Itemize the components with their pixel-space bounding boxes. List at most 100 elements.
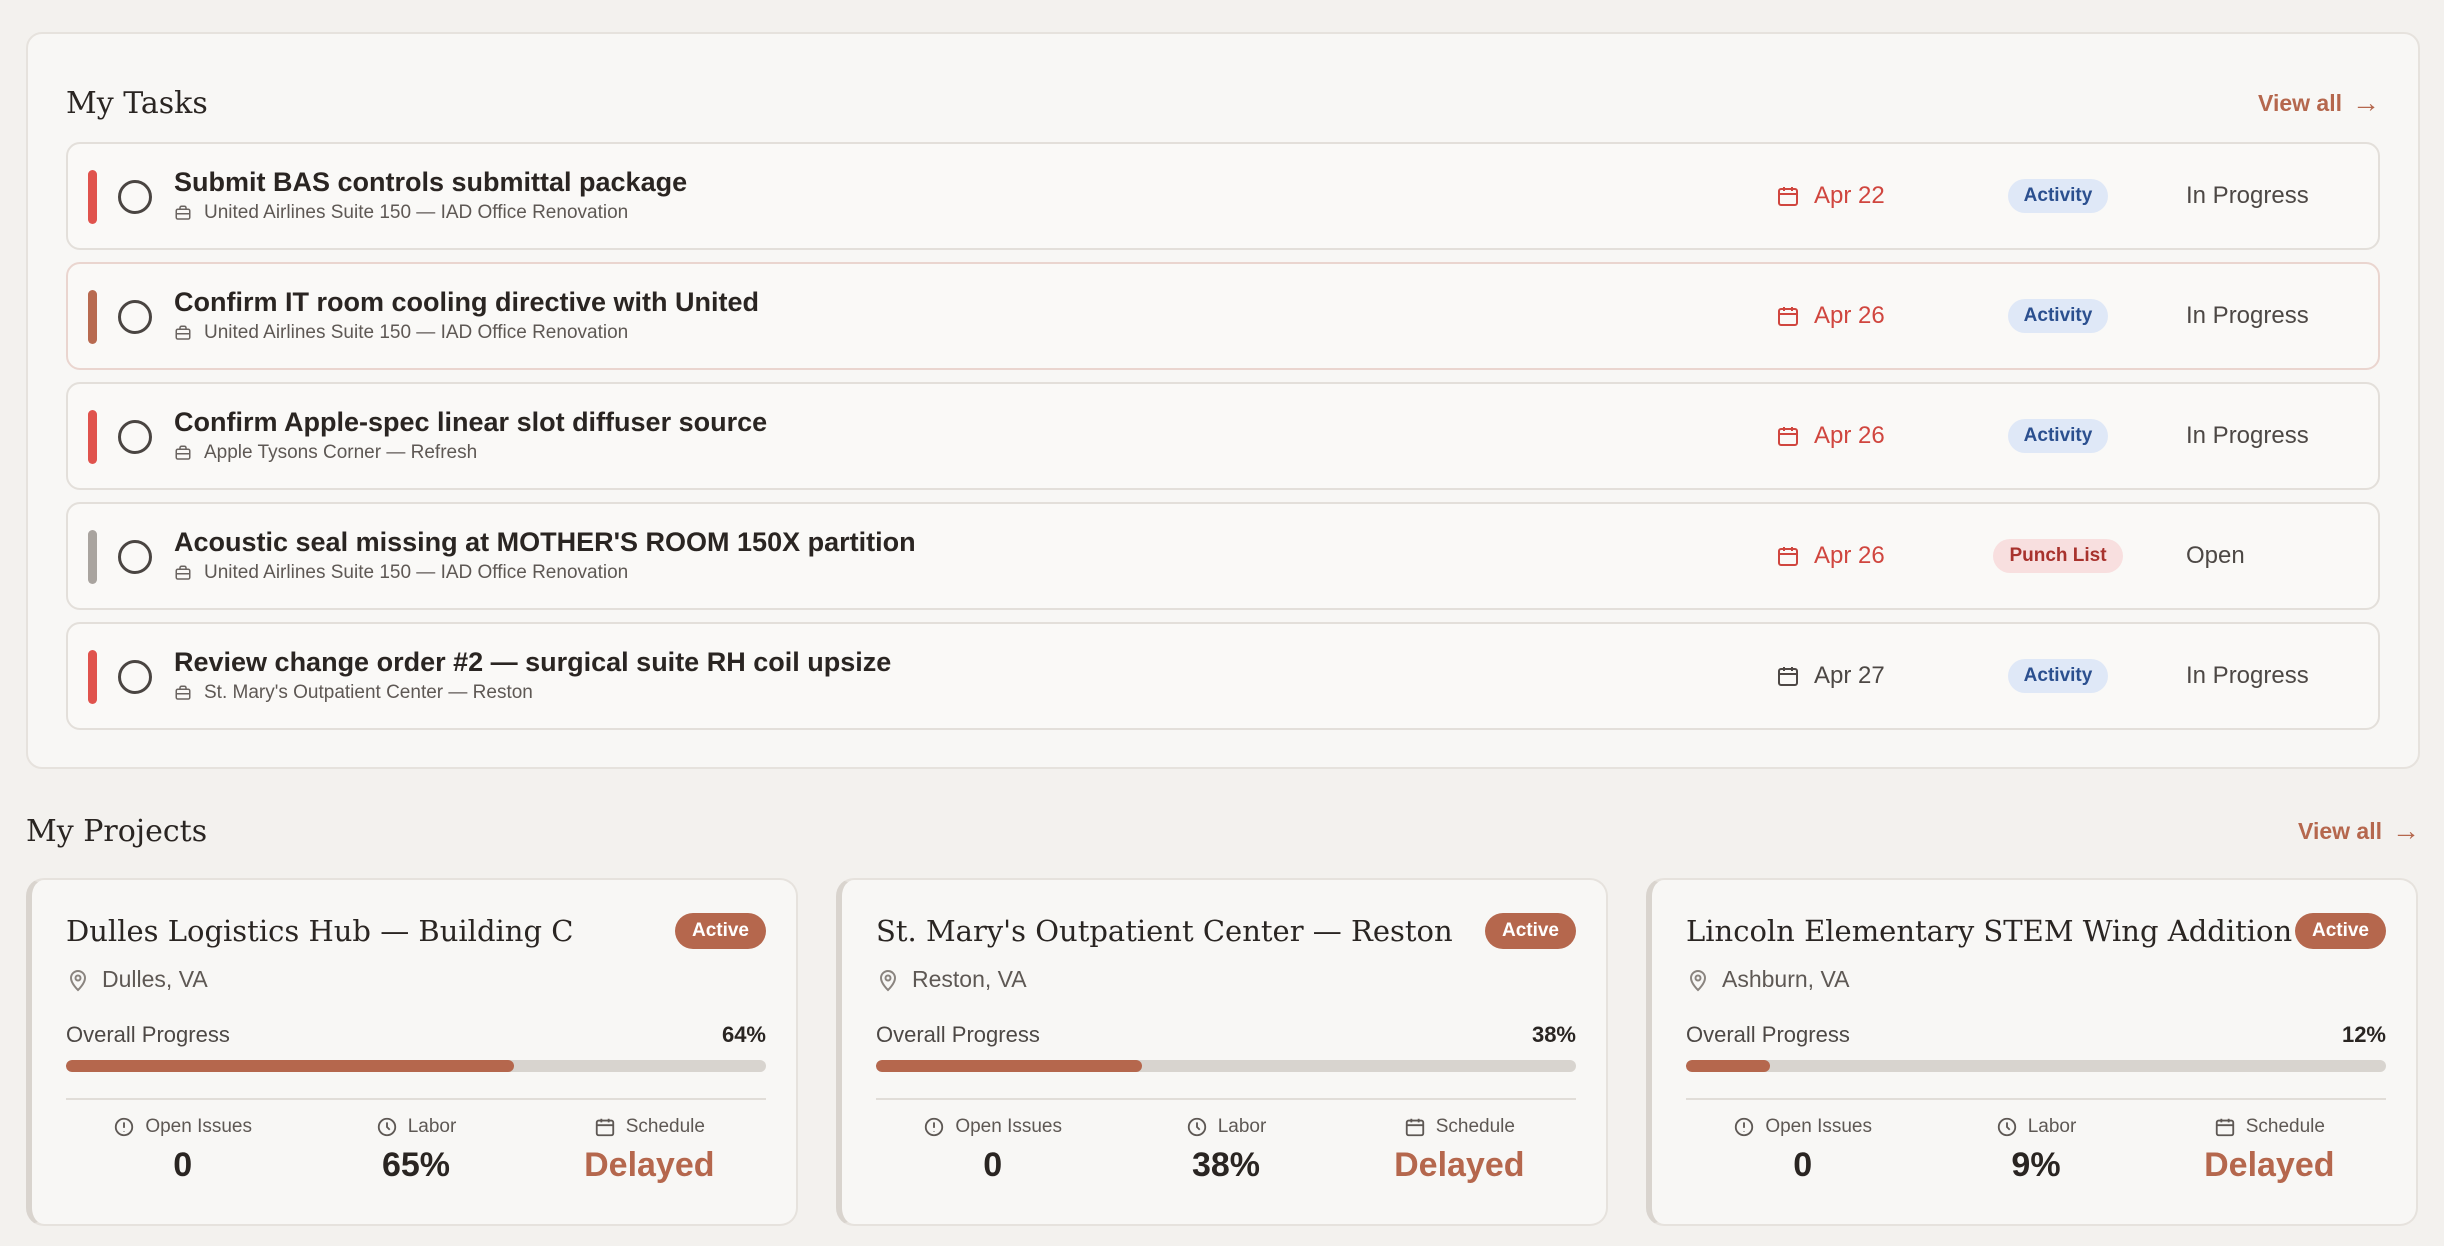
briefcase-icon xyxy=(175,205,191,220)
open-issues-value: 0 xyxy=(173,1146,193,1184)
task-complete-checkbox[interactable] xyxy=(118,660,152,694)
overall-progress-label: Overall Progress xyxy=(1686,1022,1850,1047)
project-status-badge: Active xyxy=(2294,913,2386,949)
task-list: Submit BAS controls submittal package Un… xyxy=(66,142,2380,742)
task-type-wrap: Activity xyxy=(1968,384,2148,488)
overall-progress-value: 12% xyxy=(2341,1022,2386,1047)
arrow-right-icon: → xyxy=(2352,87,2380,118)
task-complete-checkbox[interactable] xyxy=(118,540,152,574)
overall-progress-label: Overall Progress xyxy=(876,1022,1040,1047)
project-card[interactable]: Lincoln Elementary STEM Wing Addition Ac… xyxy=(1646,878,2418,1226)
task-due-text: Apr 26 xyxy=(1814,422,1885,449)
task-row[interactable]: Acoustic seal missing at MOTHER'S ROOM 1… xyxy=(66,502,2380,610)
labor-label: Labor xyxy=(2027,1116,2077,1137)
progress-bar xyxy=(1686,1060,2386,1072)
task-complete-checkbox[interactable] xyxy=(118,420,152,454)
open-issues-value: 0 xyxy=(983,1146,1003,1184)
projects-view-all-link[interactable]: View all → xyxy=(2298,817,2420,845)
priority-indicator xyxy=(88,650,97,704)
task-text: Acoustic seal missing at MOTHER'S ROOM 1… xyxy=(174,524,916,584)
briefcase-icon xyxy=(175,325,191,340)
task-row[interactable]: Confirm IT room cooling directive with U… xyxy=(66,262,2380,370)
card-divider xyxy=(66,1098,766,1100)
priority-indicator xyxy=(88,170,97,224)
task-type-wrap: Punch List xyxy=(1968,504,2148,608)
progress-label-row: Overall Progress 64% xyxy=(66,1022,766,1048)
task-type-badge: Activity xyxy=(2007,179,2109,213)
task-project: Apple Tysons Corner — Refresh xyxy=(174,442,767,464)
task-row[interactable]: Submit BAS controls submittal package Un… xyxy=(66,142,2380,250)
card-divider xyxy=(1686,1098,2386,1100)
alert-circle-icon xyxy=(115,1117,134,1137)
open-issues-label: Open Issues xyxy=(1765,1116,1872,1137)
open-issues-label: Open Issues xyxy=(955,1116,1062,1137)
task-title: Submit BAS controls submittal package xyxy=(174,167,688,197)
task-status: Open xyxy=(2186,542,2245,569)
task-due-text: Apr 22 xyxy=(1814,182,1885,209)
card-divider xyxy=(876,1098,1576,1100)
calendar-icon xyxy=(1405,1118,1424,1137)
task-type-wrap: Activity xyxy=(1968,264,2148,368)
tasks-view-all-link[interactable]: View all → xyxy=(2258,89,2380,117)
calendar-icon xyxy=(595,1118,614,1137)
project-location-text: Ashburn, VA xyxy=(1722,966,1850,992)
my-tasks-header: My Tasks View all → xyxy=(66,78,2380,128)
stat-open-issues-label: Open Issues xyxy=(923,1116,1062,1138)
task-text: Confirm Apple-spec linear slot diffuser … xyxy=(174,404,767,464)
stat-schedule-label: Schedule xyxy=(594,1116,705,1138)
task-complete-checkbox[interactable] xyxy=(118,180,152,214)
task-project-name: United Airlines Suite 150 — IAD Office R… xyxy=(204,322,629,343)
task-title: Confirm Apple-spec linear slot diffuser … xyxy=(174,407,768,437)
task-type-badge: Activity xyxy=(2007,659,2109,693)
project-card[interactable]: St. Mary's Outpatient Center — Reston Ac… xyxy=(836,878,1608,1226)
task-type-wrap: Activity xyxy=(1968,144,2148,248)
alert-circle-icon xyxy=(1735,1117,1754,1137)
clock-icon xyxy=(1187,1117,1206,1137)
progress-bar-fill xyxy=(876,1060,1142,1072)
stat-labor: Labor 38% xyxy=(1109,1116,1342,1185)
my-projects-header: My Projects View all → xyxy=(26,804,2420,858)
task-project: United Airlines Suite 150 — IAD Office R… xyxy=(174,202,687,224)
task-text: Confirm IT room cooling directive with U… xyxy=(174,284,759,344)
stat-open-issues: Open Issues 0 xyxy=(1686,1116,1919,1185)
progress-bar xyxy=(876,1060,1576,1072)
overall-progress-value: 38% xyxy=(1531,1022,1576,1047)
task-due-date: Apr 22 xyxy=(1776,182,1885,210)
task-title: Confirm IT room cooling directive with U… xyxy=(174,287,760,317)
calendar-icon xyxy=(1778,427,1798,446)
schedule-value: Delayed xyxy=(1394,1146,1525,1184)
project-status-badge: Active xyxy=(1484,913,1576,949)
task-complete-checkbox[interactable] xyxy=(118,300,152,334)
project-status-badge: Active xyxy=(674,913,766,949)
schedule-label: Schedule xyxy=(625,1116,705,1137)
labor-label: Labor xyxy=(1217,1116,1267,1137)
project-stats: Open Issues 0 Labor 65% Schedule Delayed xyxy=(66,1116,766,1185)
project-stats: Open Issues 0 Labor 38% Schedule Delayed xyxy=(876,1116,1576,1185)
labor-value: 65% xyxy=(381,1146,451,1184)
task-due-date: Apr 26 xyxy=(1776,302,1885,330)
task-row[interactable]: Confirm Apple-spec linear slot diffuser … xyxy=(66,382,2380,490)
my-projects-title: My Projects xyxy=(26,813,208,849)
labor-value: 38% xyxy=(1191,1146,1261,1184)
stat-open-issues: Open Issues 0 xyxy=(66,1116,299,1185)
progress-bar-fill xyxy=(1686,1060,1770,1072)
priority-indicator xyxy=(88,410,97,464)
task-title: Acoustic seal missing at MOTHER'S ROOM 1… xyxy=(174,527,916,557)
task-status: In Progress xyxy=(2186,302,2309,329)
project-location: Ashburn, VA xyxy=(1686,966,1849,993)
my-tasks-panel: My Tasks View all → Submit BAS controls … xyxy=(26,32,2420,769)
task-row[interactable]: Review change order #2 — surgical suite … xyxy=(66,622,2380,730)
calendar-icon xyxy=(1778,187,1798,206)
project-card[interactable]: Dulles Logistics Hub — Building C Active… xyxy=(26,878,798,1226)
stat-labor-label: Labor xyxy=(376,1116,456,1138)
priority-indicator xyxy=(88,530,97,584)
task-due-date: Apr 26 xyxy=(1776,542,1885,570)
priority-indicator xyxy=(88,290,97,344)
stat-schedule: Schedule Delayed xyxy=(533,1116,766,1185)
calendar-icon xyxy=(1778,667,1798,686)
project-name: St. Mary's Outpatient Center — Reston xyxy=(876,914,1453,948)
clock-icon xyxy=(377,1117,396,1137)
project-location: Reston, VA xyxy=(876,966,1027,993)
task-project-name: St. Mary's Outpatient Center — Reston xyxy=(204,682,533,703)
project-stats: Open Issues 0 Labor 9% Schedule Delayed xyxy=(1686,1116,2386,1185)
